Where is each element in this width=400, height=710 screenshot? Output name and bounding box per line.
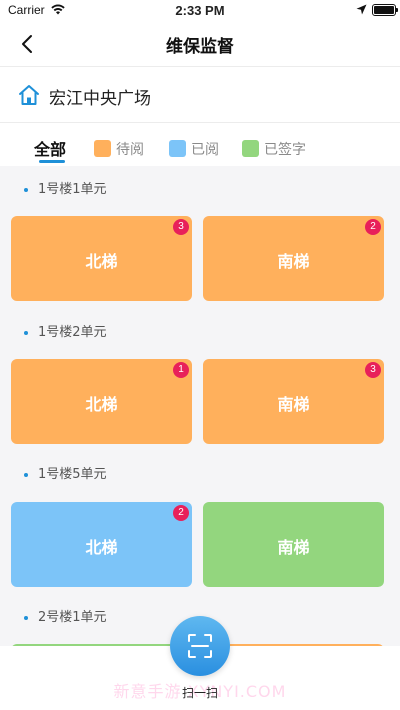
nav-bar: 维保监督 [0,22,400,66]
tab-all[interactable]: 全部 [34,136,66,160]
elevator-card-south[interactable]: 南梯 [203,502,384,587]
card-label: 北梯 [85,395,118,414]
tab-read[interactable]: 已阅 [169,138,229,158]
card-label: 北梯 [85,252,118,271]
card-label: 南梯 [277,252,310,271]
filter-tabs: 全部 待阅 已阅 已签字 [0,134,400,166]
tab-unread-label: 待阅 [116,142,144,158]
unread-swatch [94,140,111,157]
bullet-dot [24,187,28,192]
card-label: 南梯 [277,538,310,557]
location-divider [0,122,400,123]
tab-active-indicator [39,160,65,163]
elevator-card-north[interactable]: 北梯 3 [11,216,192,301]
section-title: 1号楼2单元 [38,325,107,340]
location-row: 宏江中央广场 [0,74,400,118]
scan-label[interactable]: 扫一扫 [0,684,400,701]
unread-count-badge: 3 [173,219,189,235]
tab-unread[interactable]: 待阅 [94,138,154,158]
tab-signed-label: 已签字 [264,142,306,158]
card-label: 北梯 [85,538,118,557]
read-swatch [169,140,186,157]
battery-icon [372,4,398,16]
unread-count-badge: 2 [365,219,381,235]
elevator-card-north[interactable]: 北梯 1 [11,359,192,444]
elevator-card-north[interactable]: 北梯 2 [11,502,192,587]
elevator-card-south[interactable]: 南梯 2 [203,216,384,301]
location-arrow-icon [356,4,367,15]
status-time: 2:33 PM [175,3,225,18]
tab-read-label: 已阅 [191,142,219,158]
location-name: 宏江中央广场 [49,89,151,109]
unread-count-badge: 2 [173,505,189,521]
card-label: 南梯 [277,395,310,414]
scan-button[interactable] [170,616,230,676]
section-header: 1号楼1单元 [24,178,107,197]
section-header: 1号楼2单元 [24,321,107,340]
unread-count-badge: 3 [365,362,381,378]
nav-divider [0,66,400,67]
tab-signed[interactable]: 已签字 [242,138,312,158]
home-icon [19,85,39,105]
section-title: 1号楼5单元 [38,467,107,482]
section-title: 1号楼1单元 [38,182,107,197]
bullet-dot [24,472,28,477]
section-title: 2号楼1单元 [38,610,107,625]
section-header: 1号楼5单元 [24,463,107,482]
bullet-dot [24,615,28,620]
page-title: 维保监督 [166,37,234,57]
unread-count-badge: 1 [173,362,189,378]
status-bar: Carrier 2:33 PM [0,0,400,22]
bullet-dot [24,330,28,335]
section-header: 2号楼1单元 [24,606,107,625]
scan-icon [188,634,212,658]
elevator-card-south[interactable]: 南梯 3 [203,359,384,444]
signed-swatch [242,140,259,157]
